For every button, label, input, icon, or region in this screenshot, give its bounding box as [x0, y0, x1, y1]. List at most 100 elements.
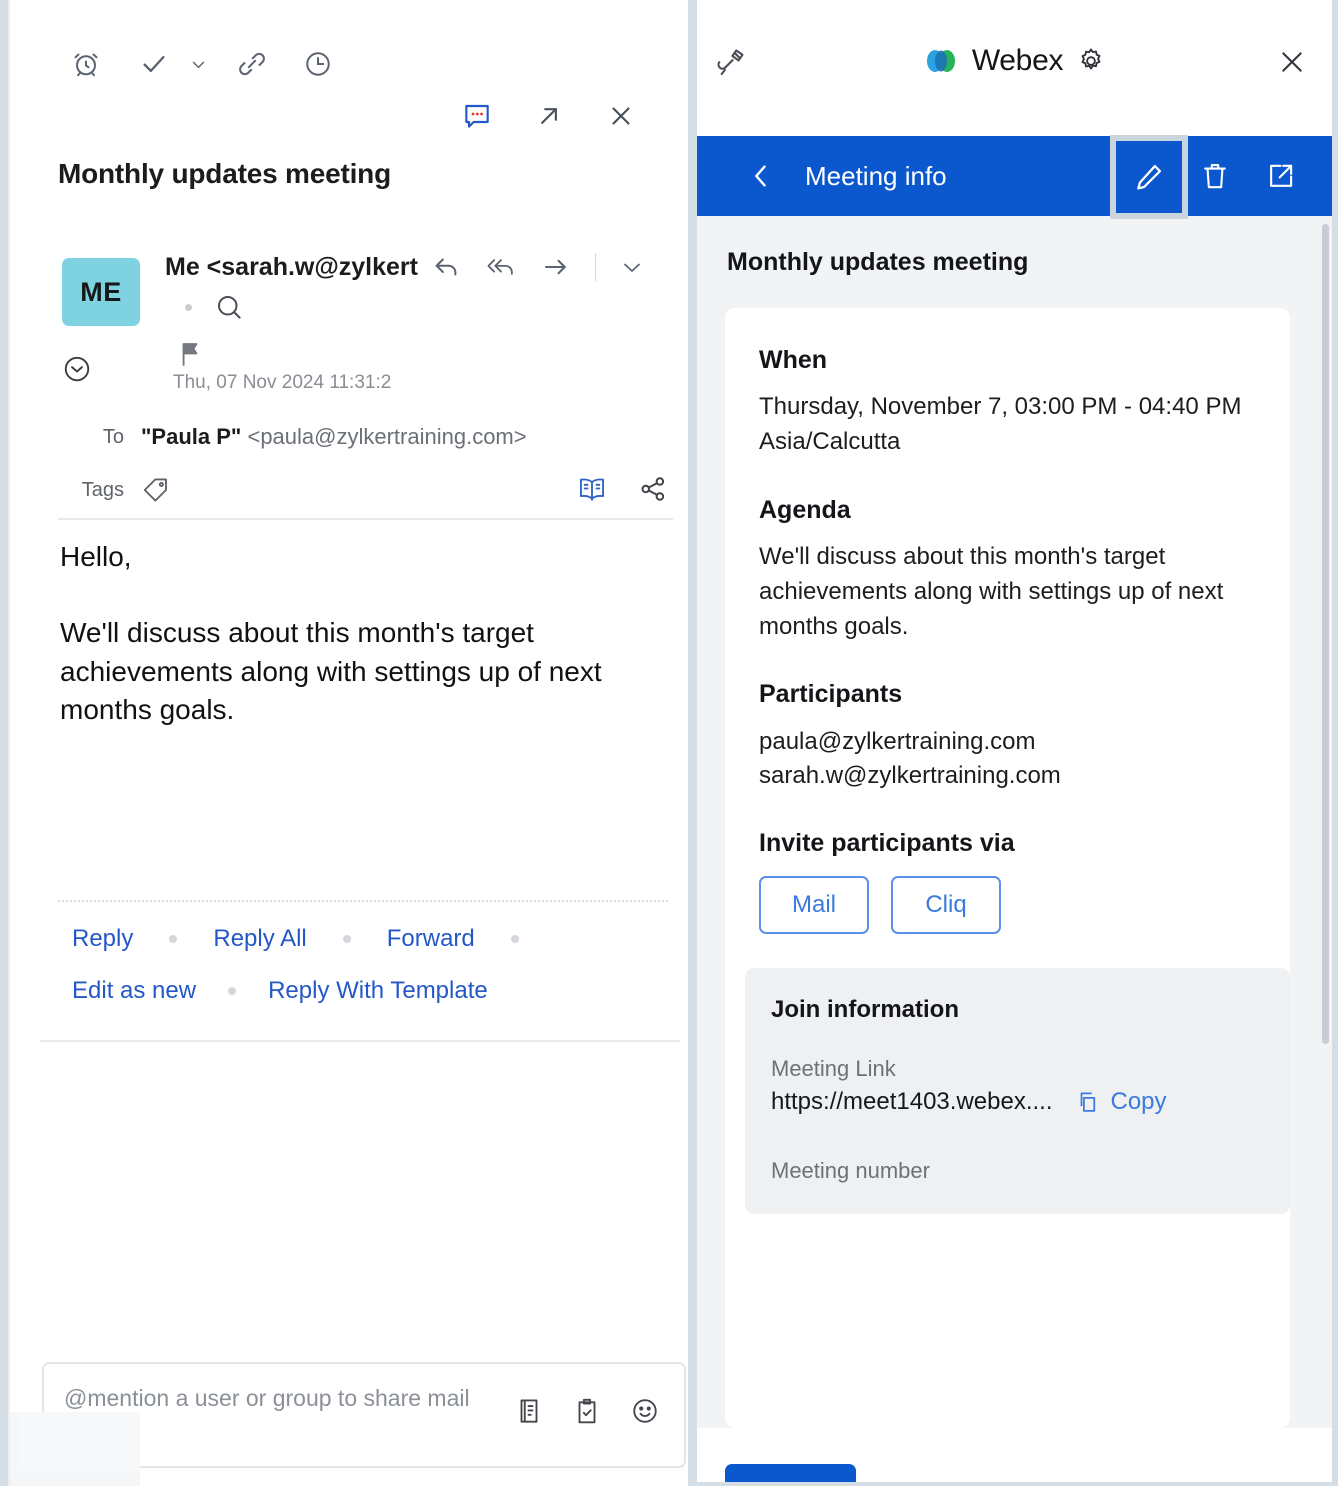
- message-reply-actions: [431, 252, 644, 282]
- mail-toolbar: [10, 38, 688, 92]
- open-external-icon[interactable]: [1248, 136, 1314, 216]
- reply-link[interactable]: Reply: [72, 925, 133, 953]
- when-value: Thursday, November 7, 03:00 PM - 04:40 P…: [759, 393, 1242, 420]
- mark-done-check-icon[interactable]: [128, 38, 180, 90]
- mention-input-placeholder[interactable]: @mention a user or group to share mail: [64, 1382, 514, 1415]
- to-name: "Paula P": [141, 424, 242, 449]
- emoji-icon[interactable]: [630, 1396, 660, 1426]
- sender-address: Me <sarah.w@zylkert: [165, 253, 418, 281]
- reply-all-link[interactable]: Reply All: [213, 925, 306, 953]
- copy-label: Copy: [1110, 1088, 1167, 1116]
- meeting-info-actions: [1116, 136, 1314, 216]
- expand-details-chevron-icon[interactable]: [62, 354, 92, 389]
- join-information-box: Join information Meeting Link https://me…: [745, 968, 1290, 1215]
- invite-via-mail-button[interactable]: Mail: [759, 876, 869, 935]
- invite-options: Mail Cliq: [759, 876, 1256, 935]
- separator-dot: [510, 935, 519, 943]
- comment-icon[interactable]: [456, 95, 498, 137]
- tag-icon[interactable]: [141, 475, 171, 505]
- invite-via-cliq-button[interactable]: Cliq: [891, 876, 1001, 935]
- search-icon[interactable]: [214, 292, 244, 322]
- close-icon[interactable]: [1276, 46, 1308, 83]
- note-icon[interactable]: [514, 1396, 544, 1426]
- reply-all-icon[interactable]: [485, 252, 517, 282]
- body-paragraph: We'll discuss about this month's target …: [60, 617, 602, 726]
- popout-arrow-icon[interactable]: [528, 95, 570, 137]
- to-email: <paula@zylkertraining.com>: [247, 424, 527, 449]
- mail-reading-pane: Monthly updates meeting ME Me <sarah.w@z…: [8, 0, 688, 1486]
- gear-icon[interactable]: [1076, 46, 1106, 76]
- reply-with-template-link[interactable]: Reply With Template: [268, 977, 488, 1005]
- divider: [595, 253, 596, 281]
- meeting-details-card: When Thursday, November 7, 03:00 PM - 04…: [725, 308, 1290, 1428]
- actions-divider: [40, 1040, 680, 1042]
- to-label: To: [102, 425, 124, 448]
- meeting-link-row: https://meet1403.webex.... Copy: [771, 1088, 1264, 1116]
- close-icon[interactable]: [600, 95, 642, 137]
- join-information-heading: Join information: [771, 996, 959, 1024]
- separator-dot: [228, 987, 237, 995]
- read-receipt-book-icon[interactable]: [576, 474, 608, 504]
- participant-item: sarah.w@zylkertraining.com: [759, 762, 1061, 790]
- message-body: Hello, We'll discuss about this month's …: [60, 538, 660, 729]
- actions-row-secondary: Edit as new Reply With Template: [72, 977, 672, 1005]
- tags-label: Tags: [81, 478, 124, 501]
- reply-icon[interactable]: [431, 252, 461, 282]
- participants-heading: Participants: [759, 680, 903, 709]
- agenda-heading: Agenda: [759, 495, 851, 524]
- forward-link[interactable]: Forward: [387, 925, 475, 953]
- meeting-title: Monthly updates meeting: [727, 248, 1029, 276]
- meeting-number-label: Meeting number: [771, 1158, 930, 1184]
- sender-subrow: [185, 292, 244, 322]
- message-actions: Reply Reply All Forward Edit as new Repl…: [72, 925, 672, 1005]
- message-date: Thu, 07 Nov 2024 11:31:2: [173, 372, 392, 393]
- webex-logo-icon: [923, 47, 959, 75]
- share-icon[interactable]: [638, 474, 668, 504]
- app-window: Monthly updates meeting ME Me <sarah.w@z…: [0, 0, 1338, 1486]
- page-title: Monthly updates meeting: [58, 158, 391, 189]
- webex-header: Webex: [697, 0, 1332, 136]
- meeting-info-scroll-area: Monthly updates meeting When Thursday, N…: [697, 216, 1332, 1428]
- separator-dot: [342, 935, 351, 943]
- start-button[interactable]: Start: [725, 1464, 856, 1482]
- chevron-down-icon[interactable]: [620, 255, 644, 279]
- webex-panel: Webex Meeting info Monthly updates meeti…: [697, 0, 1332, 1482]
- meeting-link-label: Meeting Link: [771, 1056, 896, 1082]
- chevron-down-icon[interactable]: [178, 38, 218, 90]
- body-greeting: Hello,: [60, 541, 132, 572]
- webex-brand: Webex: [697, 44, 1332, 78]
- separator-dot: [185, 303, 192, 311]
- body-actions-divider: [58, 900, 668, 902]
- invite-heading: Invite participants via: [759, 829, 1015, 858]
- snooze-alarm-icon[interactable]: [60, 38, 112, 90]
- agenda-value: We'll discuss about this month's target …: [759, 542, 1224, 641]
- separator-dot: [169, 935, 178, 943]
- delete-trash-icon[interactable]: [1182, 136, 1248, 216]
- when-timezone: Asia/Calcutta: [759, 428, 901, 456]
- flag-icon[interactable]: [178, 340, 202, 373]
- header-divider: [58, 518, 673, 520]
- clock-icon[interactable]: [292, 38, 344, 90]
- actions-row-primary: Reply Reply All Forward: [72, 925, 672, 953]
- when-heading: When: [759, 346, 828, 374]
- meeting-info-title: Meeting info: [805, 160, 947, 191]
- link-icon[interactable]: [226, 38, 278, 90]
- avatar: ME: [62, 258, 140, 326]
- task-icon[interactable]: [572, 1396, 602, 1426]
- copy-icon: [1075, 1089, 1101, 1115]
- edit-pencil-icon[interactable]: [1116, 140, 1182, 213]
- participant-item: paula@zylkertraining.com: [759, 728, 1036, 756]
- copy-link-button[interactable]: Copy: [1075, 1088, 1167, 1116]
- background-panel-overlay-inner: [18, 1412, 140, 1470]
- scrollbar[interactable]: [1322, 224, 1329, 1044]
- mention-toolbar: [514, 1396, 660, 1426]
- back-chevron-icon[interactable]: [749, 162, 773, 190]
- meeting-link-value[interactable]: https://meet1403.webex....: [771, 1088, 1053, 1116]
- edit-as-new-link[interactable]: Edit as new: [72, 977, 196, 1005]
- to-value: "Paula P" <paula@zylkertraining.com>: [141, 424, 527, 450]
- forward-icon[interactable]: [541, 252, 571, 282]
- to-row: To "Paula P" <paula@zylkertraining.com>: [58, 424, 673, 450]
